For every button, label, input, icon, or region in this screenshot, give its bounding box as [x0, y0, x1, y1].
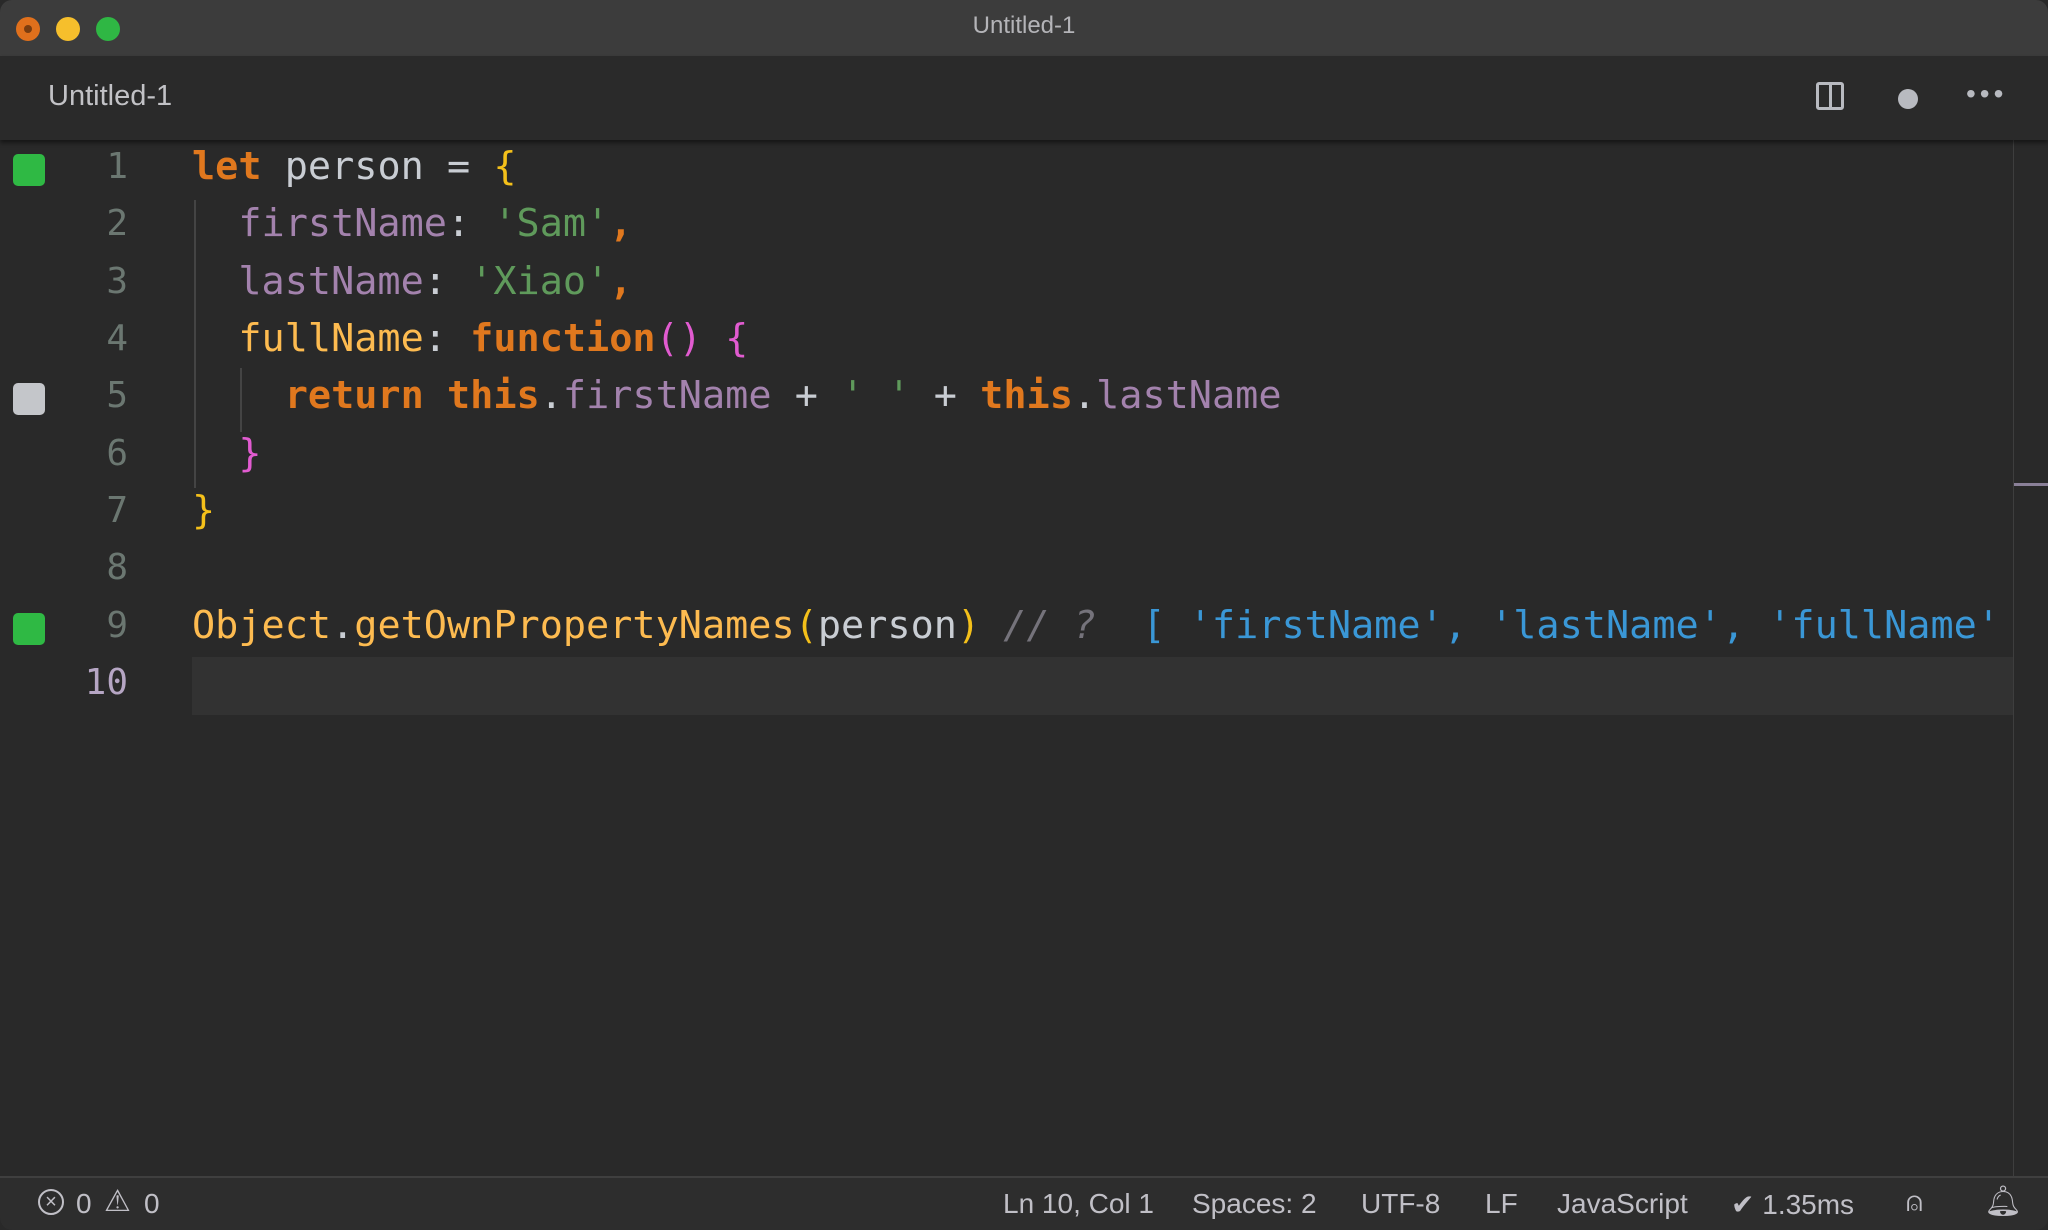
- code-text: lastName: 'Xiao',: [238, 259, 633, 304]
- status-bar: × 0 ⚠ 0 Ln 10, Col 1 Spaces: 2 UTF-8 LF …: [0, 1176, 2048, 1230]
- code-line: 3 lastName: 'Xiao',: [0, 257, 2013, 314]
- line-number: 9: [106, 605, 128, 646]
- code-text: let person = {: [192, 144, 517, 189]
- overview-ruler[interactable]: [2013, 140, 2014, 1176]
- code-text: }: [238, 431, 262, 476]
- title-bar: Untitled-1: [0, 0, 2048, 56]
- line-number: 1: [106, 146, 128, 187]
- editor-tab-bar: Untitled-1: [0, 56, 2048, 140]
- warning-icon[interactable]: ⚠: [104, 1184, 131, 1219]
- quokka-timing[interactable]: ✔ 1.35ms: [1731, 1188, 1854, 1221]
- code-text: }: [192, 488, 216, 533]
- line-number: 10: [84, 662, 128, 703]
- code-editor[interactable]: 1 let person = { 2 firstName: 'Sam', 3 l…: [0, 140, 2048, 1176]
- encoding[interactable]: UTF-8: [1361, 1188, 1440, 1220]
- window-title: Untitled-1: [972, 12, 1076, 39]
- end-of-line[interactable]: LF: [1485, 1188, 1518, 1220]
- more-actions-icon[interactable]: •••: [1966, 78, 2007, 110]
- warning-count[interactable]: 0: [144, 1188, 160, 1220]
- indentation[interactable]: Spaces: 2: [1192, 1188, 1317, 1220]
- line-number: 7: [106, 490, 128, 531]
- code-text: return this.firstName + ' ' + this.lastN…: [284, 373, 1282, 418]
- code-line: 9 Object.getOwnPropertyNames(person) // …: [0, 601, 2013, 658]
- tab-untitled-1[interactable]: Untitled-1: [48, 80, 172, 113]
- line-number: 4: [106, 318, 128, 359]
- code-text: Object.getOwnPropertyNames(person) // ? …: [192, 603, 2001, 648]
- line-number: 8: [106, 547, 128, 588]
- code-line: 6 }: [0, 429, 2013, 486]
- error-count[interactable]: 0: [76, 1188, 92, 1220]
- inline-result: [ 'firstName', 'lastName', 'fullName': [1119, 603, 2001, 648]
- line-number: 3: [106, 261, 128, 302]
- code-line: 5 return this.firstName + ' ' + this.las…: [0, 371, 2013, 428]
- code-line-current: 10: [0, 658, 2013, 715]
- code-line: 7 }: [0, 486, 2013, 543]
- line-number: 5: [106, 375, 128, 416]
- code-text: firstName: 'Sam',: [238, 201, 633, 246]
- cursor-position[interactable]: Ln 10, Col 1: [1003, 1188, 1154, 1220]
- inline-comment: // ?: [980, 603, 1120, 648]
- unsaved-dot-icon[interactable]: [1898, 89, 1918, 109]
- code-line: 8: [0, 543, 2013, 600]
- code-line: 4 fullName: function() {: [0, 314, 2013, 371]
- cursor-position-marker: [2014, 483, 2048, 486]
- error-icon[interactable]: ×: [38, 1189, 64, 1215]
- line-number: 6: [106, 433, 128, 474]
- code-line: 2 firstName: 'Sam',: [0, 199, 2013, 256]
- line-number: 2: [106, 203, 128, 244]
- code-line: 1 let person = {: [0, 142, 2013, 199]
- feedback-icon[interactable]: ⍝: [1906, 1186, 1923, 1219]
- code-text: fullName: function() {: [238, 316, 749, 361]
- split-editor-icon[interactable]: [1816, 82, 1844, 110]
- bell-icon[interactable]: 🔔︎: [1984, 1184, 2022, 1219]
- language-mode[interactable]: JavaScript: [1557, 1188, 1688, 1220]
